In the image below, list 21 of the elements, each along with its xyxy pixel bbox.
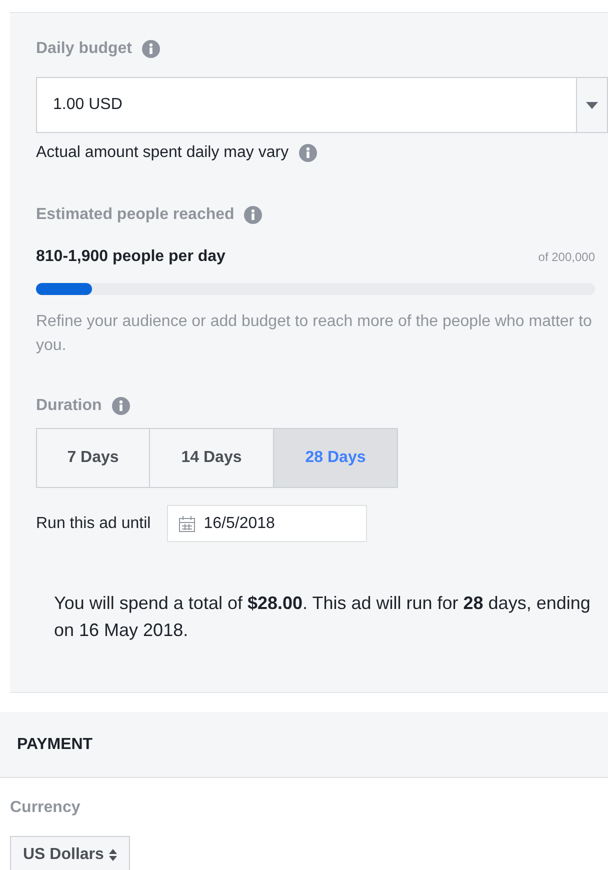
spend-summary: You will spend a total of $28.00. This ad will run for 28 days, ending on 16 May 2018. <box>54 592 592 642</box>
field-label: Duration <box>36 396 102 416</box>
calendar-icon <box>178 514 196 532</box>
reach-hint: Refine your audience or add budget to reach more of the people who matter to you. <box>36 312 593 356</box>
field-label: Estimated people reached <box>36 205 234 225</box>
section-header: PAYMENT <box>0 712 608 778</box>
caret-icon <box>586 102 598 108</box>
field-label: Currency <box>10 798 82 818</box>
end-date-field[interactable]: 16/5/2018 <box>166 505 367 542</box>
info-icon[interactable] <box>244 206 262 224</box>
field-label: Daily budget <box>36 39 132 59</box>
info-icon[interactable] <box>298 144 317 162</box>
sort-arrows-icon <box>108 849 117 861</box>
reach-estimate: 810-1,900 people per day <box>36 247 226 267</box>
currency-select[interactable]: US Dollars <box>10 836 130 870</box>
info-icon[interactable] <box>112 397 130 415</box>
reach-total: of 200,000 <box>538 249 595 266</box>
budget-note: Actual amount spent daily may vary <box>36 143 289 163</box>
end-date-label: Run this ad until <box>36 514 151 534</box>
info-icon[interactable] <box>142 40 160 58</box>
budget-dropdown[interactable]: 1.00 USD <box>36 77 608 133</box>
